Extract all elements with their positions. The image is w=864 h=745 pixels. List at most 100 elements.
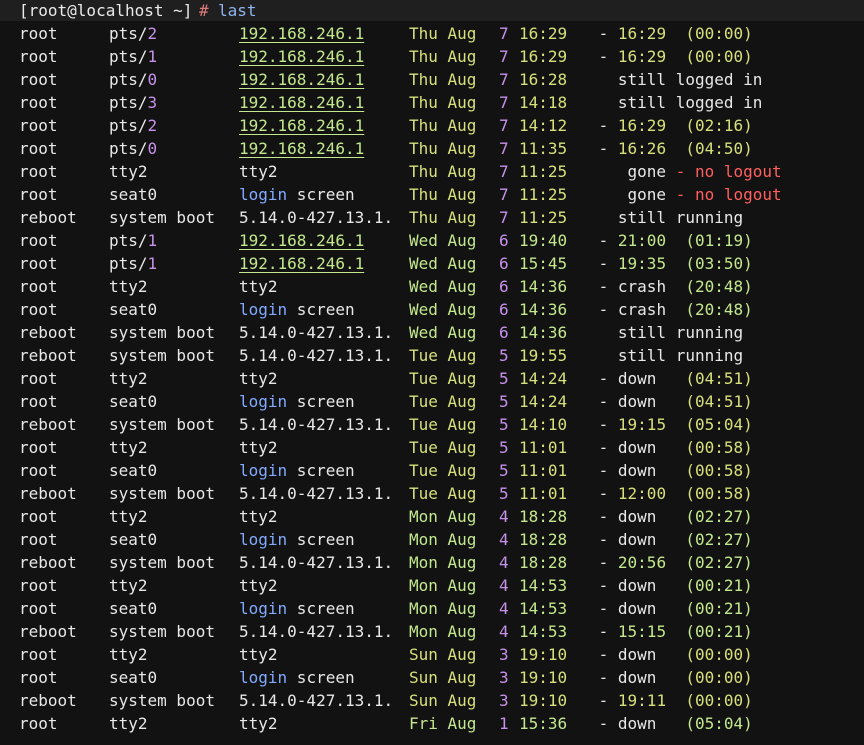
row-host-ip-link[interactable]: 192.168.246.1 bbox=[239, 45, 364, 68]
row-host: tty2 bbox=[239, 576, 278, 595]
row-time: 19:10 bbox=[519, 691, 568, 710]
terminal-number: 3 bbox=[147, 93, 158, 112]
row-date: 4 bbox=[499, 553, 509, 572]
prompt-hash: # bbox=[199, 1, 209, 20]
status-dash: - bbox=[589, 231, 618, 250]
row-day: Thu Aug bbox=[409, 208, 477, 227]
status-dash: - bbox=[589, 392, 618, 411]
row-status: - 19:11 (00:00) bbox=[589, 689, 753, 712]
status-plain: crash bbox=[617, 277, 667, 296]
row-day: Mon Aug bbox=[409, 507, 477, 526]
terminal-number: 1 bbox=[147, 47, 158, 66]
status-plain bbox=[656, 392, 685, 411]
prompt-command: last bbox=[218, 1, 257, 20]
row-host: login screen bbox=[239, 530, 355, 549]
status-red: - no logout bbox=[666, 185, 782, 204]
row-day: Thu Aug bbox=[409, 24, 477, 43]
status-dur: (20:48) bbox=[685, 300, 753, 319]
row-host-ip-link[interactable]: 192.168.246.1 bbox=[239, 252, 364, 275]
row-user: reboot bbox=[19, 622, 77, 641]
row-terminal: system boot bbox=[109, 553, 215, 572]
log-row: root tty2 tty2 Sun Aug 3 19:10 - down (00:00) bbox=[0, 643, 864, 666]
status-dur: (04:50) bbox=[685, 139, 753, 158]
status-plain bbox=[656, 645, 685, 664]
status-dash: - bbox=[589, 438, 618, 457]
row-day: Thu Aug bbox=[409, 93, 477, 112]
log-row: reboot system boot 5.14.0-427.13.1. Mon Aug… bbox=[0, 551, 864, 574]
row-terminal: tty2 bbox=[109, 576, 148, 595]
status-plain: down bbox=[617, 369, 657, 388]
status-dash: - bbox=[589, 300, 618, 319]
status-dash: - bbox=[589, 461, 618, 480]
row-host: 5.14.0-427.13.1. bbox=[239, 208, 394, 227]
log-row: root pts/1 192.168.246.1 Thu Aug 7 16:29 - 16… bbox=[0, 45, 864, 68]
row-host-ip-link[interactable]: 192.168.246.1 bbox=[239, 229, 364, 252]
row-time: 19:10 bbox=[519, 668, 568, 687]
row-host: 5.14.0-427.13.1. bbox=[239, 346, 394, 365]
row-date: 4 bbox=[499, 599, 509, 618]
row-user: root bbox=[19, 231, 58, 250]
status-dur: (00:21) bbox=[685, 576, 753, 595]
row-host-ip-link[interactable]: 192.168.246.1 bbox=[239, 114, 364, 137]
log-row: root seat0 login screen Thu Aug 7 11:25 gone … bbox=[0, 183, 864, 206]
status-plain: down bbox=[617, 714, 657, 733]
row-status: - 19:15 (05:04) bbox=[589, 413, 753, 436]
row-status: - down (04:51) bbox=[589, 367, 753, 390]
row-host: login screen bbox=[239, 461, 355, 480]
row-status: gone - no logout bbox=[589, 183, 782, 206]
row-host-ip-link[interactable]: 192.168.246.1 bbox=[239, 68, 364, 91]
row-user: root bbox=[19, 392, 58, 411]
row-terminal: seat0 bbox=[109, 185, 158, 204]
row-day: Wed Aug bbox=[409, 323, 477, 342]
log-row: root tty2 tty2 Mon Aug 4 14:53 - down (00:21) bbox=[0, 574, 864, 597]
row-user: root bbox=[19, 277, 58, 296]
row-status: still running bbox=[589, 206, 743, 229]
row-user: root bbox=[19, 47, 58, 66]
status-dash: - bbox=[589, 484, 618, 503]
row-status: still logged in bbox=[589, 91, 763, 114]
row-time: 14:24 bbox=[519, 369, 568, 388]
status-plain bbox=[666, 691, 685, 710]
row-host: login screen bbox=[239, 668, 355, 687]
prompt-text: [root@localhost ~] bbox=[19, 1, 193, 20]
log-row: reboot system boot 5.14.0-427.13.1. Thu Aug… bbox=[0, 206, 864, 229]
row-host-ip-link[interactable]: 192.168.246.1 bbox=[239, 137, 364, 160]
row-date: 7 bbox=[499, 208, 509, 227]
row-time: 18:28 bbox=[519, 553, 568, 572]
row-user: root bbox=[19, 369, 58, 388]
status-dash: - bbox=[589, 415, 618, 434]
row-date: 5 bbox=[499, 415, 509, 434]
status-dur: (02:27) bbox=[685, 553, 753, 572]
status-plain bbox=[656, 461, 685, 480]
row-user: reboot bbox=[19, 346, 77, 365]
status-dur: (00:00) bbox=[685, 645, 753, 664]
row-time: 18:28 bbox=[519, 530, 568, 549]
status-dash: - bbox=[589, 691, 618, 710]
terminal-number: 0 bbox=[147, 139, 158, 158]
terminal-number: 1 bbox=[147, 231, 158, 250]
log-row: root tty2 tty2 Thu Aug 7 11:25 gone - no logo… bbox=[0, 160, 864, 183]
row-time: 14:53 bbox=[519, 576, 568, 595]
log-row: root pts/1 192.168.246.1 Wed Aug 6 15:45 - 19… bbox=[0, 252, 864, 275]
terminal-window[interactable]: [root@localhost ~] # last root pts/2 192.1… bbox=[0, 0, 864, 745]
row-date: 7 bbox=[499, 185, 509, 204]
row-user: root bbox=[19, 254, 58, 273]
row-host: 5.14.0-427.13.1. bbox=[239, 622, 394, 641]
row-date: 7 bbox=[499, 93, 509, 112]
status-dur: (00:21) bbox=[685, 599, 753, 618]
row-date: 7 bbox=[499, 24, 509, 43]
row-status: - down (02:27) bbox=[589, 505, 753, 528]
row-host-ip-link[interactable]: 192.168.246.1 bbox=[239, 22, 364, 45]
status-dash: - bbox=[589, 668, 618, 687]
row-host: tty2 bbox=[239, 277, 278, 296]
row-day: Wed Aug bbox=[409, 231, 477, 250]
row-time: 11:25 bbox=[519, 162, 568, 181]
status-plain bbox=[666, 47, 685, 66]
status-end: 16:29 bbox=[617, 116, 667, 135]
status-dur: (00:00) bbox=[685, 24, 753, 43]
row-day: Thu Aug bbox=[409, 162, 477, 181]
row-host-ip-link[interactable]: 192.168.246.1 bbox=[239, 91, 364, 114]
host-keyword: login bbox=[239, 461, 288, 480]
status-plain bbox=[666, 24, 685, 43]
row-date: 4 bbox=[499, 622, 509, 641]
